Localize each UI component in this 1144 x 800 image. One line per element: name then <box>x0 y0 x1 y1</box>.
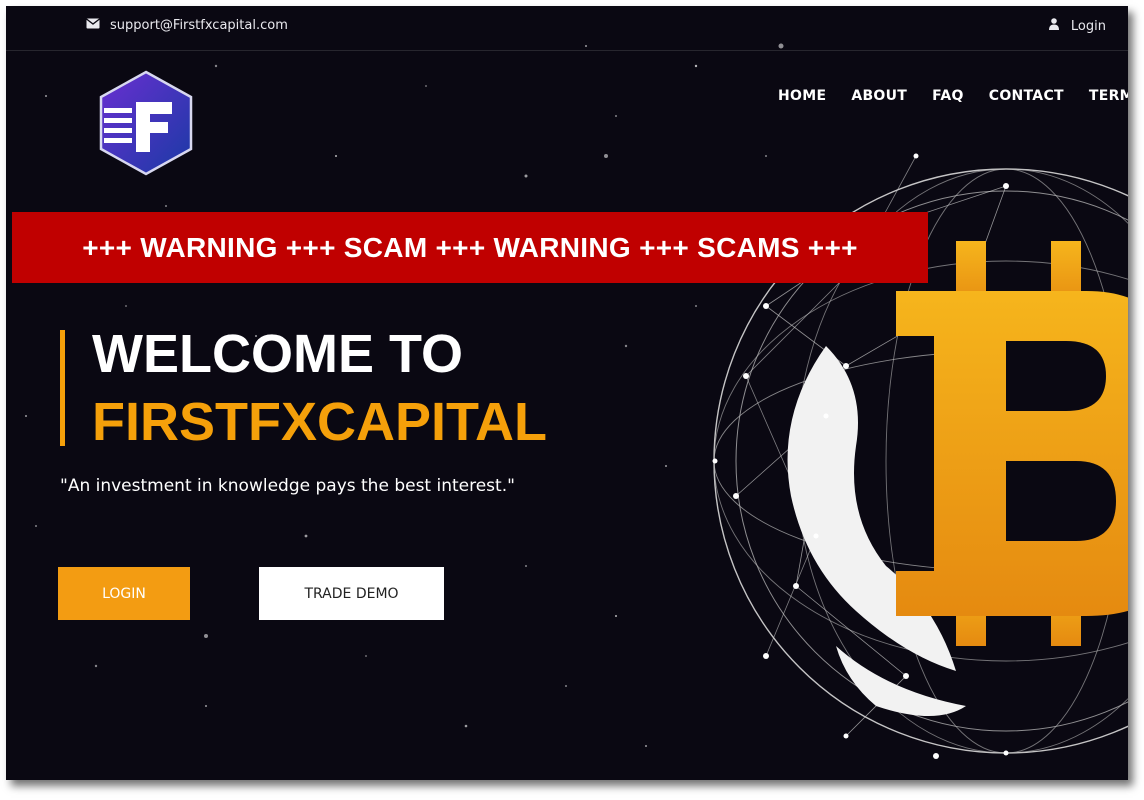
support-email[interactable]: support@Firstfxcapital.com <box>86 18 288 33</box>
nav-about[interactable]: ABOUT <box>851 88 907 104</box>
login-button[interactable]: LOGIN <box>58 567 190 620</box>
top-login-link[interactable]: Login <box>1048 18 1106 34</box>
hero-quote: "An investment in knowledge pays the bes… <box>60 476 515 496</box>
page-frame: support@Firstfxcapital.com Login HOME AB… <box>6 6 1128 780</box>
trade-demo-button[interactable]: TRADE DEMO <box>259 567 444 620</box>
user-icon <box>1048 18 1059 34</box>
scam-warning-banner: +++ WARNING +++ SCAM +++ WARNING +++ SCA… <box>12 212 928 283</box>
bitcoin-symbol <box>896 241 1128 646</box>
hero-title-line1: WELCOME TO <box>92 324 463 384</box>
brand-logo[interactable] <box>98 70 194 176</box>
nav-contact[interactable]: CONTACT <box>989 88 1064 104</box>
envelope-icon <box>86 18 100 33</box>
nav-faq[interactable]: FAQ <box>932 88 964 104</box>
top-login-label: Login <box>1070 18 1106 34</box>
support-email-text: support@Firstfxcapital.com <box>110 18 288 33</box>
hero-accent-bar <box>60 330 65 446</box>
nav-terms[interactable]: TERMS <box>1089 88 1128 104</box>
scam-warning-text: +++ WARNING +++ SCAM +++ WARNING +++ SCA… <box>82 231 858 263</box>
hero-title-line2: FIRSTFXCAPITAL <box>92 392 547 452</box>
top-bar: support@Firstfxcapital.com Login <box>6 6 1128 51</box>
main-nav: HOME ABOUT FAQ CONTACT TERMS <box>778 88 1128 104</box>
nav-home[interactable]: HOME <box>778 88 826 104</box>
